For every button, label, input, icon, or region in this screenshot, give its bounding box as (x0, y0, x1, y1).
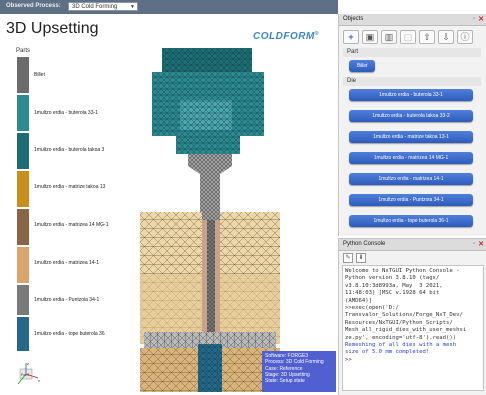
info-process: Process: 3D Cold Forming (265, 359, 324, 366)
part-section-header: Part (343, 48, 481, 57)
axis-z-label: z (27, 361, 29, 366)
pin-icon[interactable]: ▫ (473, 14, 475, 25)
die-button-5[interactable]: 1multzo erdia - matrizea 14-1 (349, 173, 473, 185)
close-icon[interactable]: ✕ (478, 239, 484, 250)
observed-process-label: Observed Process: (6, 3, 61, 9)
die-button-6[interactable]: 1multzo erdia - Puntzoia 34-1 (349, 194, 473, 206)
part-label-1: 1multzo erdia - buterola 33-1 (34, 110, 98, 116)
move-down-icon[interactable]: ⇩ (438, 30, 454, 44)
console-line: Resources/NxTGUI/Python_Scripts/ (345, 319, 453, 326)
part-swatch-1 (16, 94, 30, 132)
console-line: Welcome to NxTGUI Python Console - (345, 268, 460, 274)
objects-panel: Objects ▫ ✕ + ▣ ▥ ▢ ⇧ ⇩ ⓘ Part Billet Di… (338, 14, 486, 236)
console-result-line: Remeshing of all dies with a mesh (345, 342, 457, 349)
objects-panel-title: Objects (343, 16, 364, 22)
mesh-part-billet (207, 220, 215, 336)
brand-name: COLDFORM (253, 31, 315, 42)
copy-icon[interactable]: ▢ (400, 30, 416, 44)
page-title: 3D Upsetting (6, 20, 99, 37)
console-panel-title: Python Console (343, 241, 386, 247)
console-toolbar: ✎ ⬇ (343, 253, 369, 263)
chevron-down-icon: ▼ (130, 4, 135, 10)
mesh-part-buterola-takoa (162, 48, 252, 72)
console-line: Python version 3.8.10 (tags/ (345, 275, 440, 282)
axes-triad-icon[interactable]: z x Pos 2 (14, 360, 42, 388)
part-label-4: 1multzo erdia - matrizea 14 MG-1 (34, 222, 109, 228)
add-folder-icon[interactable]: ▣ (362, 30, 378, 44)
console-line: (AMD64)] (345, 297, 372, 304)
console-line: v3.8.10:3d8993a, May 3 2021, (345, 282, 443, 289)
part-swatch-4 (16, 208, 30, 246)
console-line: Mesh_all_rigid_dies_with_user_meshsi (345, 327, 467, 334)
axis-x-label: x (38, 378, 40, 383)
die-button-7[interactable]: 1multzo erdia - tope buterola 36-1 (349, 215, 473, 227)
part-swatch-billet (16, 56, 30, 94)
die-button-2[interactable]: 1multzo erdia - buterola takoa 33-2 (349, 110, 473, 122)
top-bar: Observed Process: 3D Cold Forming ▼ (0, 0, 338, 14)
part-label-2: 1multzo erdia - buterola takoa 3 (34, 147, 105, 153)
console-panel-header: Python Console ▫ ✕ (339, 239, 486, 251)
console-prompt[interactable]: >> (345, 357, 481, 364)
console-output[interactable]: Welcome to NxTGUI Python Console - Pytho… (342, 265, 484, 391)
python-console-panel: Python Console ▫ ✕ ✎ ⬇ Welcome to NxTGUI … (338, 238, 486, 395)
objects-panel-header: Objects ▫ ✕ (339, 14, 486, 26)
part-label-3: 1multzo erdia - matrize takoa 13 (34, 184, 106, 190)
plus-icon[interactable]: + (343, 30, 359, 44)
die-button-4[interactable]: 1multzo erdia - matrizea 14 MG-1 (349, 152, 473, 164)
mesh-part-buterola (152, 72, 264, 154)
console-line: 11:48:03) [MSC v.1928 64 bit (345, 290, 440, 297)
die-section-header: Die (343, 77, 481, 86)
console-line: ze.py', encoding='utf-8').read()) (345, 334, 457, 341)
part-swatch-7 (16, 316, 30, 352)
part-label-7: 1multzo erdia - tope buterola 36 (34, 331, 105, 337)
console-line: >>exec(open('D:/ (345, 305, 399, 312)
pin-icon[interactable]: ▫ (473, 239, 475, 250)
parts-header: Parts (16, 48, 31, 54)
axis-pos-label: Pos 2 (21, 373, 29, 377)
brand-mark: ® (314, 31, 319, 37)
move-up-icon[interactable]: ⇧ (419, 30, 435, 44)
process-select-value: 3D Cold Forming (72, 4, 118, 10)
part-swatch-5 (16, 246, 30, 284)
brand-logo: COLDFORM® (253, 31, 319, 42)
close-icon[interactable]: ✕ (478, 14, 484, 25)
die-button-1[interactable]: 1multzo erdia - buterola 33-1 (349, 89, 473, 101)
info-icon[interactable]: ⓘ (457, 30, 473, 44)
part-swatch-3 (16, 170, 30, 208)
process-select[interactable]: 3D Cold Forming ▼ (68, 2, 138, 11)
mesh-part-tope-buterola (140, 344, 280, 392)
console-line: Transvalor_Solutions/Forge_NxT_Dev/ (345, 312, 463, 319)
part-swatch-2 (16, 132, 30, 170)
part-swatch-6 (16, 284, 30, 316)
info-state: State: Setup state (265, 378, 305, 385)
run-script-icon[interactable]: ⬇ (356, 253, 366, 263)
part-label-5: 1multzo erdia - matrizea 14-1 (34, 260, 100, 266)
part-label-billet: Billet (34, 72, 45, 78)
delete-icon[interactable]: ▥ (381, 30, 397, 44)
clear-console-icon[interactable]: ✎ (343, 253, 353, 263)
die-button-3[interactable]: 1multzo erdia - matrize takoa 13-1 (349, 131, 473, 143)
mesh-viewport[interactable] (140, 44, 280, 392)
info-box: Software: FORGE3 Process: 3D Cold Formin… (262, 351, 336, 392)
part-label-6: 1multzo erdia - Puntzoia 34-1 (34, 297, 100, 303)
mesh-part-puntzoia (188, 154, 232, 220)
console-result-line: size of 5.0 mm completed! (345, 349, 430, 356)
billet-button[interactable]: Billet (349, 60, 375, 72)
